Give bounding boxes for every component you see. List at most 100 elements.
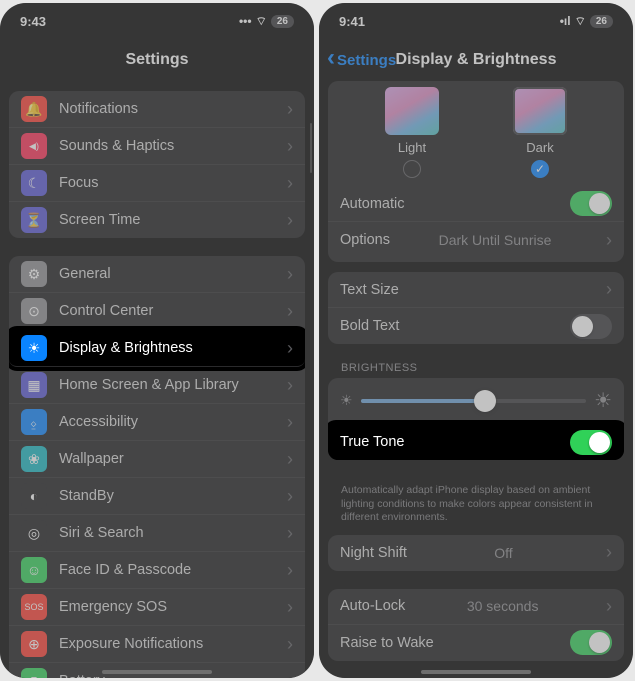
accessibility-icon: ⍚ <box>21 409 47 435</box>
sun-large-icon: ☀︎ <box>594 388 612 413</box>
settings-row-label: Accessibility <box>59 414 138 430</box>
signal-icon: ••• <box>239 14 252 28</box>
brightness-slider-row: ☀︎ ☀︎ <box>328 378 624 424</box>
settings-row-label: Control Center <box>59 303 153 319</box>
sounds-haptics-icon: ◀︎) <box>21 133 47 159</box>
true-tone-label: True Tone <box>340 434 405 450</box>
chevron-right-icon: › <box>287 671 293 679</box>
radio-unchecked-icon[interactable] <box>403 160 421 178</box>
home-screen-app-library-icon: ▦ <box>21 372 47 398</box>
appearance-light-option[interactable]: Light <box>385 87 439 178</box>
settings-group-general: ⚙︎General›⊙Control Center›☀︎Display & Br… <box>9 256 305 678</box>
radio-checked-icon[interactable]: ✓ <box>531 160 549 178</box>
header: Settings Display & Brightness <box>319 39 633 81</box>
auto-lock-label: Auto-Lock <box>340 598 405 614</box>
emergency-sos-icon: SOS <box>21 594 47 620</box>
automatic-row: Automatic <box>328 186 624 222</box>
settings-row-exposure-notifications[interactable]: ⊕Exposure Notifications› <box>9 626 305 663</box>
settings-row-label: Battery <box>59 673 105 678</box>
status-time: 9:43 <box>20 14 46 29</box>
settings-row-display-brightness[interactable]: ☀︎Display & Brightness› <box>9 330 305 367</box>
siri-search-icon: ◎ <box>21 520 47 546</box>
automatic-toggle[interactable] <box>570 191 612 216</box>
general-icon: ⚙︎ <box>21 261 47 287</box>
settings-row-face-id-passcode[interactable]: ☺︎Face ID & Passcode› <box>9 552 305 589</box>
chevron-right-icon: › <box>287 173 293 194</box>
settings-screen: 9:43 ••• ⌔ 26 Settings 🔔Notifications›◀︎… <box>0 3 314 678</box>
lock-group: Auto-Lock 30 seconds › Raise to Wake <box>328 589 624 661</box>
settings-row-standby[interactable]: ◐StandBy› <box>9 478 305 515</box>
chevron-right-icon: › <box>287 449 293 470</box>
bold-text-row: Bold Text <box>328 308 624 344</box>
settings-row-home-screen-app-library[interactable]: ▦Home Screen & App Library› <box>9 367 305 404</box>
status-icons: •ıl ⌔ 26 <box>560 14 613 29</box>
options-label: Options <box>340 232 390 248</box>
back-button[interactable]: Settings <box>327 51 396 69</box>
night-shift-row[interactable]: Night Shift Off › <box>328 535 624 571</box>
text-group: Text Size › Bold Text <box>328 272 624 344</box>
settings-row-focus[interactable]: ☾Focus› <box>9 165 305 202</box>
settings-row-screen-time[interactable]: ⏳Screen Time› <box>9 202 305 238</box>
appearance-dark-option[interactable]: Dark ✓ <box>513 87 567 178</box>
status-bar: 9:43 ••• ⌔ 26 <box>0 3 314 39</box>
brightness-group: ☀︎ ☀︎ True Tone <box>328 378 624 460</box>
settings-row-label: General <box>59 266 111 282</box>
auto-lock-row[interactable]: Auto-Lock 30 seconds › <box>328 589 624 625</box>
settings-row-label: Screen Time <box>59 212 140 228</box>
settings-row-accessibility[interactable]: ⍚ Accessibility › <box>9 404 305 441</box>
home-indicator[interactable] <box>102 670 212 674</box>
chevron-right-icon: › <box>606 596 612 617</box>
settings-row-control-center[interactable]: ⊙Control Center› <box>9 293 305 330</box>
night-shift-group: Night Shift Off › <box>328 535 624 571</box>
chevron-right-icon: › <box>287 560 293 581</box>
bold-text-label: Bold Text <box>340 318 399 334</box>
chevron-right-icon: › <box>287 338 293 359</box>
chevron-right-icon: › <box>606 230 612 251</box>
settings-row-sounds-haptics[interactable]: ◀︎)Sounds & Haptics› <box>9 128 305 165</box>
true-tone-footnote: Automatically adapt iPhone display based… <box>319 478 633 525</box>
raise-to-wake-row: Raise to Wake <box>328 625 624 661</box>
chevron-right-icon: › <box>287 597 293 618</box>
chevron-right-icon: › <box>287 412 293 433</box>
auto-lock-value: 30 seconds <box>467 598 539 614</box>
text-size-row[interactable]: Text Size › <box>328 272 624 308</box>
brightness-header: BRIGHTNESS <box>341 362 611 374</box>
options-value: Dark Until Sunrise <box>439 232 552 248</box>
raise-to-wake-toggle[interactable] <box>570 630 612 655</box>
back-label: Settings <box>337 52 396 69</box>
true-tone-row: True Tone <box>328 424 624 460</box>
chevron-right-icon: › <box>287 486 293 507</box>
settings-row-siri-search[interactable]: ◎Siri & Search› <box>9 515 305 552</box>
settings-row-notifications[interactable]: 🔔 Notifications › <box>9 91 305 128</box>
settings-row-label: Focus <box>59 175 99 191</box>
page-title: Settings <box>125 51 188 69</box>
control-center-icon: ⊙ <box>21 298 47 324</box>
settings-row-wallpaper[interactable]: ❀Wallpaper› <box>9 441 305 478</box>
raise-to-wake-label: Raise to Wake <box>340 635 434 651</box>
options-row[interactable]: Options Dark Until Sunrise › <box>328 222 624 258</box>
signal-icon: •ıl <box>560 14 571 28</box>
chevron-right-icon: › <box>287 634 293 655</box>
dark-thumbnail <box>513 87 567 135</box>
brightness-slider[interactable] <box>361 399 587 403</box>
settings-row-general[interactable]: ⚙︎General› <box>9 256 305 293</box>
chevron-right-icon: › <box>287 99 293 120</box>
automatic-label: Automatic <box>340 196 404 212</box>
chevron-right-icon: › <box>287 136 293 157</box>
standby-icon: ◐ <box>21 483 47 509</box>
wifi-icon: ⌔ <box>575 14 586 29</box>
text-size-label: Text Size <box>340 282 399 298</box>
settings-group-notifications: 🔔Notifications›◀︎)Sounds & Haptics›☾Focu… <box>9 91 305 238</box>
bold-text-toggle[interactable] <box>570 314 612 339</box>
status-icons: ••• ⌔ 26 <box>239 14 294 29</box>
header: Settings <box>0 39 314 81</box>
battery-icon: 26 <box>271 15 294 28</box>
appearance-group: Light Dark ✓ Automatic Options Dark Unti… <box>328 81 624 262</box>
settings-row-label: Notifications <box>59 101 138 117</box>
notifications-icon: 🔔 <box>21 96 47 122</box>
scrollbar[interactable] <box>310 123 313 173</box>
true-tone-toggle[interactable] <box>570 430 612 455</box>
home-indicator[interactable] <box>421 670 531 674</box>
wallpaper-icon: ❀ <box>21 446 47 472</box>
settings-row-emergency-sos[interactable]: SOSEmergency SOS› <box>9 589 305 626</box>
